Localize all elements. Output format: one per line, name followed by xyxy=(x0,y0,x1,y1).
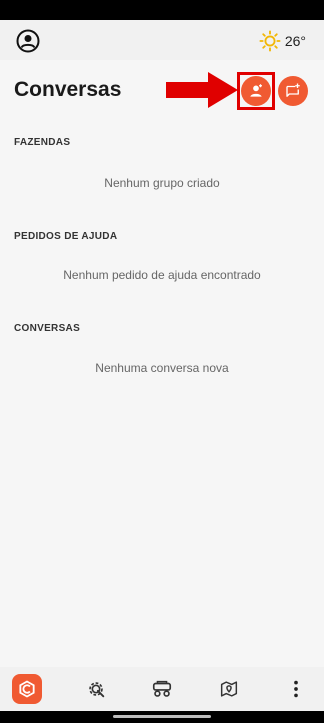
nav-settings-button[interactable] xyxy=(84,677,108,701)
page-title: Conversas xyxy=(14,78,122,101)
bottom-navigation xyxy=(0,667,324,711)
nav-tractor-button[interactable] xyxy=(150,677,174,701)
settings-gear-icon xyxy=(89,682,105,698)
account-circle-icon[interactable] xyxy=(16,29,40,53)
empty-state-conversas: Nenhuma conversa nova xyxy=(95,361,229,375)
annotation-arrow-icon xyxy=(166,72,238,108)
page-header: Conversas xyxy=(0,60,324,120)
top-bar: 26° xyxy=(0,20,324,60)
gesture-handle[interactable] xyxy=(113,715,211,718)
empty-state-fazendas: Nenhum grupo criado xyxy=(104,176,220,190)
new-chat-button[interactable] xyxy=(278,76,308,106)
section-label-conversas: CONVERSAS xyxy=(14,323,81,334)
chat-add-icon xyxy=(286,83,300,97)
empty-state-pedidos: Nenhum pedido de ajuda encontrado xyxy=(63,268,261,282)
map-pin-icon xyxy=(220,681,238,697)
nav-home-button[interactable] xyxy=(12,674,42,704)
home-logo-icon xyxy=(19,680,35,698)
status-bar xyxy=(0,0,324,20)
section-label-fazendas: FAZENDAS xyxy=(14,137,71,148)
nav-map-button[interactable] xyxy=(217,677,241,701)
temperature-label: 26° xyxy=(284,33,306,49)
tractor-icon xyxy=(152,680,172,697)
gesture-navigation-area xyxy=(0,711,324,723)
section-label-pedidos: PEDIDOS DE AJUDA xyxy=(14,231,118,242)
nav-more-button[interactable] xyxy=(284,677,308,701)
annotation-highlight-box xyxy=(237,72,275,110)
sun-icon xyxy=(259,30,281,52)
weather-widget[interactable]: 26° xyxy=(259,29,306,53)
more-vertical-icon xyxy=(294,680,298,698)
